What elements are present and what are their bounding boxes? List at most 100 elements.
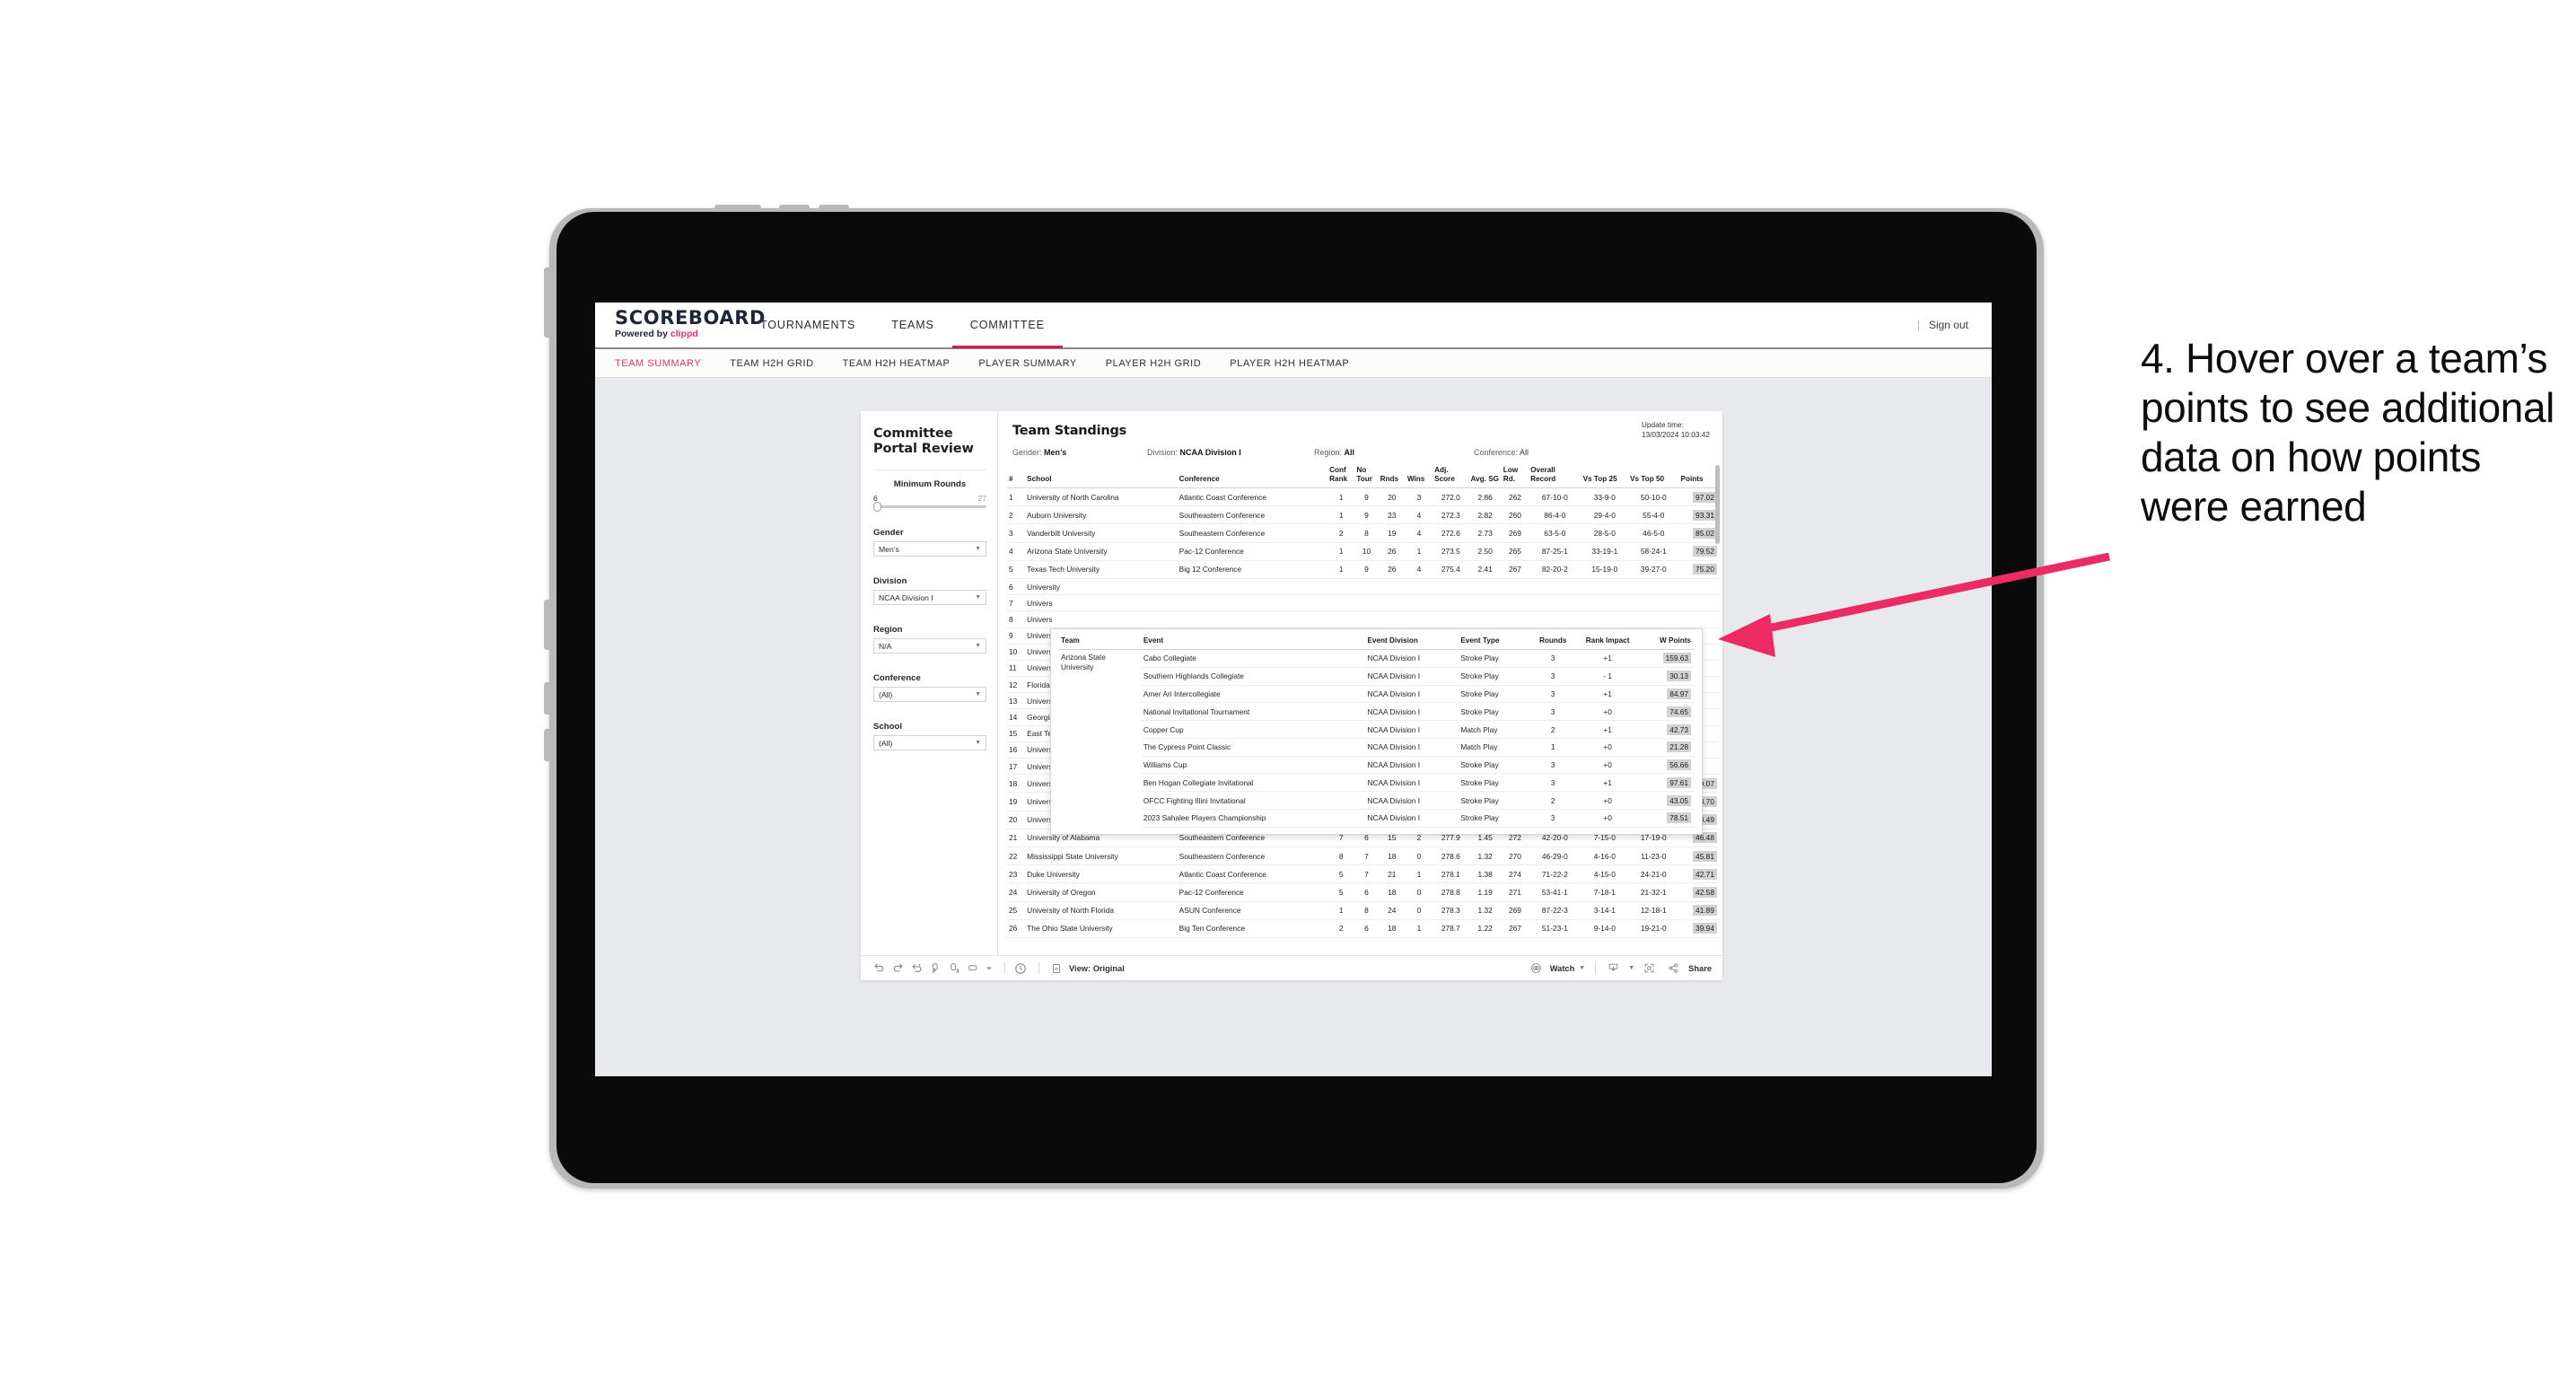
cell-points[interactable]: 45.81	[1678, 847, 1719, 866]
conference-select[interactable]: (All) ▼	[873, 687, 986, 702]
refresh-data-icon[interactable]	[928, 961, 943, 976]
tooltip-col-event-type: Event Type	[1458, 635, 1530, 650]
table-row[interactable]: 4 Arizona State University Pac-12 Conferen…	[1007, 542, 1719, 561]
cell-points[interactable]: 97.02	[1678, 487, 1719, 507]
redo-icon[interactable]	[890, 961, 906, 976]
table-row[interactable]: 22 Mississippi State University Southeaste…	[1007, 847, 1719, 866]
cell-rank: 6	[1007, 578, 1026, 596]
view-original-button[interactable]: View: Original	[1048, 961, 1125, 976]
cell-conference	[1177, 578, 1328, 596]
col-rank[interactable]: #	[1007, 463, 1026, 488]
table-row[interactable]: 7 Univers	[1007, 594, 1719, 612]
share-label[interactable]: Share	[1688, 964, 1712, 973]
cell-points[interactable]: 39.94	[1678, 919, 1719, 938]
gender-select[interactable]: Men’s ▼	[873, 541, 986, 557]
tab-team-h2h-grid[interactable]: TEAM H2H GRID	[730, 358, 813, 369]
col-no-tour[interactable]: No Tour	[1354, 463, 1379, 488]
col-adj-score[interactable]: Adj. Score	[1433, 463, 1469, 488]
table-row[interactable]: 25 University of North Florida ASUN Confer…	[1007, 901, 1719, 920]
cell-t25: 28-5-0	[1581, 523, 1629, 543]
table-row[interactable]: 23 Duke University Atlantic Coast Conferen…	[1007, 864, 1719, 884]
tab-player-h2h-grid[interactable]: PLAYER H2H GRID	[1106, 358, 1201, 369]
share-icon[interactable]	[1666, 961, 1681, 976]
chevron-down-icon[interactable]	[985, 961, 994, 976]
tooltip-wpoints-value: 56.66	[1667, 759, 1691, 771]
pause-updates-icon[interactable]	[947, 961, 962, 976]
revert-icon[interactable]	[909, 961, 924, 976]
table-row[interactable]: 8 Univers	[1007, 610, 1719, 628]
fullscreen-icon[interactable]	[1642, 961, 1657, 976]
cell-adj_score: 272.0	[1433, 487, 1469, 507]
header-divider: |	[1916, 319, 1920, 331]
tooltip-row: 2023 Sahalee Players Championship NCAA Di…	[1058, 809, 1695, 828]
cell-avg_sg: 2.82	[1468, 505, 1502, 525]
tab-player-h2h-heatmap[interactable]: PLAYER H2H HEATMAP	[1230, 358, 1349, 369]
col-rnds[interactable]: Rnds	[1378, 463, 1406, 488]
toolbar-divider-1	[1004, 962, 1005, 974]
cell-low_rd	[1501, 578, 1529, 596]
table-row[interactable]: 24 University of Oregon Pac-12 Conference 5…	[1007, 882, 1719, 902]
cell-adj_score: 278.1	[1433, 864, 1469, 884]
tooltip-cell-division: NCAA Division I	[1364, 773, 1459, 793]
table-row[interactable]: 3 Vanderbilt University Southeastern Confe…	[1007, 523, 1719, 543]
col-overall-record[interactable]: Overall Record	[1529, 463, 1582, 488]
table-row[interactable]: 1 University of North Carolina Atlantic Co…	[1007, 487, 1719, 507]
chevron-down-icon: ▼	[975, 740, 981, 746]
table-row[interactable]: 2 Auburn University Southeastern Conferenc…	[1007, 505, 1719, 525]
col-low-rd[interactable]: Low Rd.	[1501, 463, 1529, 488]
summary-conference-key: Conference:	[1474, 448, 1519, 457]
view-original-toggle-icon[interactable]	[966, 961, 981, 976]
cell-points[interactable]: 93.31	[1678, 505, 1719, 525]
chevron-down-icon[interactable]: ▼	[1579, 965, 1585, 971]
standings-scrollbar-thumb[interactable]	[1715, 465, 1720, 544]
tab-player-summary[interactable]: PLAYER SUMMARY	[978, 358, 1076, 369]
app-header: SCOREBOARD Powered by clippd TOURNAMENTS…	[595, 303, 1992, 349]
school-select[interactable]: (All) ▼	[873, 735, 986, 750]
brand-logo[interactable]: SCOREBOARD Powered by clippd	[595, 303, 765, 347]
table-row[interactable]: 6 University	[1007, 578, 1719, 596]
minimum-rounds-slider[interactable]	[873, 502, 986, 512]
col-vs-top-50[interactable]: Vs Top 50	[1628, 463, 1679, 488]
cell-no_tour: 6	[1354, 919, 1379, 938]
col-conference[interactable]: Conference	[1177, 463, 1328, 488]
col-wins[interactable]: Wins	[1405, 463, 1433, 488]
col-vs-top-25[interactable]: Vs Top 25	[1581, 463, 1629, 488]
cell-points[interactable]: 42.71	[1678, 864, 1719, 884]
brand-powered-name: clippd	[670, 329, 698, 339]
tab-team-summary[interactable]: TEAM SUMMARY	[615, 358, 701, 369]
conference-select-value: (All)	[879, 689, 893, 699]
col-avg-sg[interactable]: Avg. SG	[1468, 463, 1502, 488]
cell-no_tour	[1354, 594, 1379, 612]
col-points[interactable]: Points	[1678, 463, 1719, 488]
col-conf-rank[interactable]: Conf Rank	[1327, 463, 1355, 488]
cell-points[interactable]: 42.58	[1678, 882, 1719, 902]
tooltip-cell-impact: +1	[1576, 720, 1640, 739]
cell-rank: 22	[1007, 847, 1026, 866]
cell-rnds	[1378, 594, 1406, 612]
nav-item-teams[interactable]: TEAMS	[873, 303, 952, 347]
nav-item-committee[interactable]: COMMITTEE	[951, 303, 1063, 348]
nav-item-tournaments[interactable]: TOURNAMENTS	[742, 303, 873, 347]
points-value: 45.81	[1693, 850, 1717, 862]
cell-points[interactable]: 41.89	[1678, 901, 1719, 920]
summary-gender-key: Gender:	[1012, 448, 1042, 457]
cell-low_rd: 260	[1501, 505, 1529, 525]
cell-overall: 71-22-2	[1529, 864, 1582, 884]
download-icon[interactable]	[1606, 961, 1621, 976]
table-row[interactable]: 26 The Ohio State University Big Ten Confe…	[1007, 919, 1719, 938]
watch-label[interactable]: Watch	[1550, 964, 1575, 973]
minimum-rounds-slider-handle[interactable]	[873, 502, 881, 512]
table-row[interactable]: 5 Texas Tech University Big 12 Conference 1…	[1007, 560, 1719, 579]
tab-team-h2h-heatmap[interactable]: TEAM H2H HEATMAP	[843, 358, 951, 369]
brand-subtitle: Powered by clippd	[615, 329, 742, 339]
undo-icon[interactable]	[872, 961, 887, 976]
cell-points[interactable]: 85.02	[1678, 523, 1719, 543]
tooltip-cell-wpoints: 21.28	[1639, 738, 1695, 757]
chevron-down-icon[interactable]: ▼	[1628, 965, 1634, 971]
sign-out-link[interactable]: Sign out	[1929, 319, 1968, 331]
division-select[interactable]: NCAA Division I ▼	[873, 590, 986, 605]
tooltip-body: Arizona State University Cabo Collegiate N…	[1058, 649, 1695, 828]
region-select[interactable]: N/A ▼	[873, 638, 986, 654]
pause-auto-update-icon[interactable]	[1012, 961, 1028, 976]
col-school[interactable]: School	[1025, 463, 1178, 488]
